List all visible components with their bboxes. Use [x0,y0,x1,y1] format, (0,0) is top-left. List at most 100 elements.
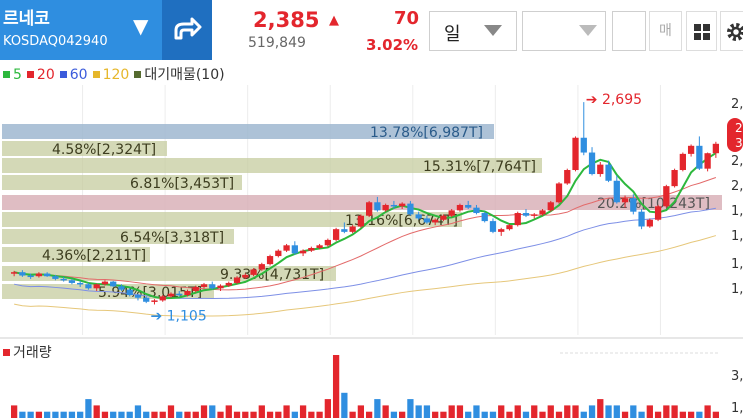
candle-body [217,285,224,289]
volume-bar [696,411,703,418]
candle-body [646,219,653,227]
volume-profile-label: 15.31%[7,764T] [423,159,536,175]
volume-bar [539,411,546,418]
candle-body [382,204,389,211]
chevron-down-icon[interactable]: ▼ [133,14,148,38]
candle-body [250,269,257,275]
price-axis-label: 1, [731,282,743,297]
candle-body [357,215,365,227]
volume-profile-label: 4.36%[2,211T] [42,248,146,264]
candle-body [423,218,431,223]
candlestick-chart[interactable]: 13.78%[6,987T] 4.58%[2,324T] 15.31%[7,764T… [0,60,743,418]
volume-bar [258,405,265,418]
volume-bar [283,405,290,418]
grid-menu-button[interactable] [686,11,717,51]
volume-bar [555,411,563,418]
candle-body [654,206,662,220]
candle-body [671,170,678,187]
candle-body [687,145,695,154]
volume-bar [324,399,331,418]
candle-body [555,183,563,203]
candle-body [605,164,612,181]
candle-body [597,164,604,175]
candle-body [621,198,629,203]
candle-body [299,250,307,254]
candle-body [365,202,373,216]
candle-body [176,293,183,296]
candle-body [456,204,464,211]
volume-bar [101,411,109,418]
volume-bar [663,405,670,418]
candle-body [52,276,59,279]
share-button[interactable] [162,0,212,60]
volume-bar [167,405,175,418]
volume-bar [621,411,629,418]
volume-bar [44,411,51,418]
candle-body [465,204,472,208]
volume-profile-label: 13.78%[6,987T] [370,125,483,141]
input-box[interactable] [612,11,646,51]
volume-bar [390,411,398,418]
candle-body [10,272,18,274]
candle-body [192,286,199,292]
price-change: 70 [394,8,420,29]
candle-body [489,221,497,232]
candle-body [696,145,703,169]
volume-bar [522,411,530,418]
volume-bar [159,411,166,418]
candle-body [101,281,109,285]
candle-body [209,284,216,289]
volume-bar [572,405,579,418]
candle-body [233,277,241,283]
share-icon [174,17,202,40]
candle-body [679,153,686,171]
volume-bar [266,411,274,418]
period-select-value: 일 [444,24,461,45]
candle-body [572,137,579,171]
candle-body [539,210,546,215]
volume-bar [646,405,653,418]
volume-bar [250,411,257,418]
candle-body [399,203,406,207]
candle-body [498,229,505,232]
candle-body [448,210,455,216]
volume-profile-label: 4.58%[2,324T] [52,142,156,158]
candle-body [522,213,530,216]
volume-bar [225,405,232,418]
candle-body [77,282,84,285]
price-axis-label: 2, [731,179,743,194]
settings-button[interactable] [720,11,743,51]
candle-body [93,284,100,289]
candle-body [712,143,720,154]
volume-bar [176,411,183,418]
candle-body [35,273,43,277]
candle-body [531,214,538,216]
candle-body [126,289,133,296]
candle-body [481,213,488,222]
trade-button[interactable]: 매 [649,11,682,51]
stock-selector[interactable]: 르네코 KOSDAQ042940 ▼ [0,0,162,60]
candle-body [341,229,348,232]
interval-select[interactable] [522,11,606,51]
candle-body [44,273,51,277]
header-bar: 르네코 KOSDAQ042940 ▼ 2,385 ▲ 519,849 70 3.… [0,0,743,60]
current-price: 2,385 [253,8,320,32]
volume-bar [242,411,249,418]
candle-body [184,291,191,296]
period-select[interactable]: 일 [429,11,517,51]
current-price-marker-label: 3 [735,136,743,150]
volume-bar [291,411,298,418]
dropdown-arrow-icon [484,25,502,36]
volume-bar [349,411,356,418]
price-axis-label: 2, [731,97,743,112]
volume-bar [489,411,497,418]
volume-bar [506,411,513,418]
volume-bar [110,411,117,418]
volume-bar [531,405,538,418]
volume-bar [118,411,125,418]
volume-bar [35,411,43,418]
candle-body [638,211,645,227]
candle-body [167,293,175,297]
volume-bar [77,411,84,418]
candle-body [407,203,414,215]
